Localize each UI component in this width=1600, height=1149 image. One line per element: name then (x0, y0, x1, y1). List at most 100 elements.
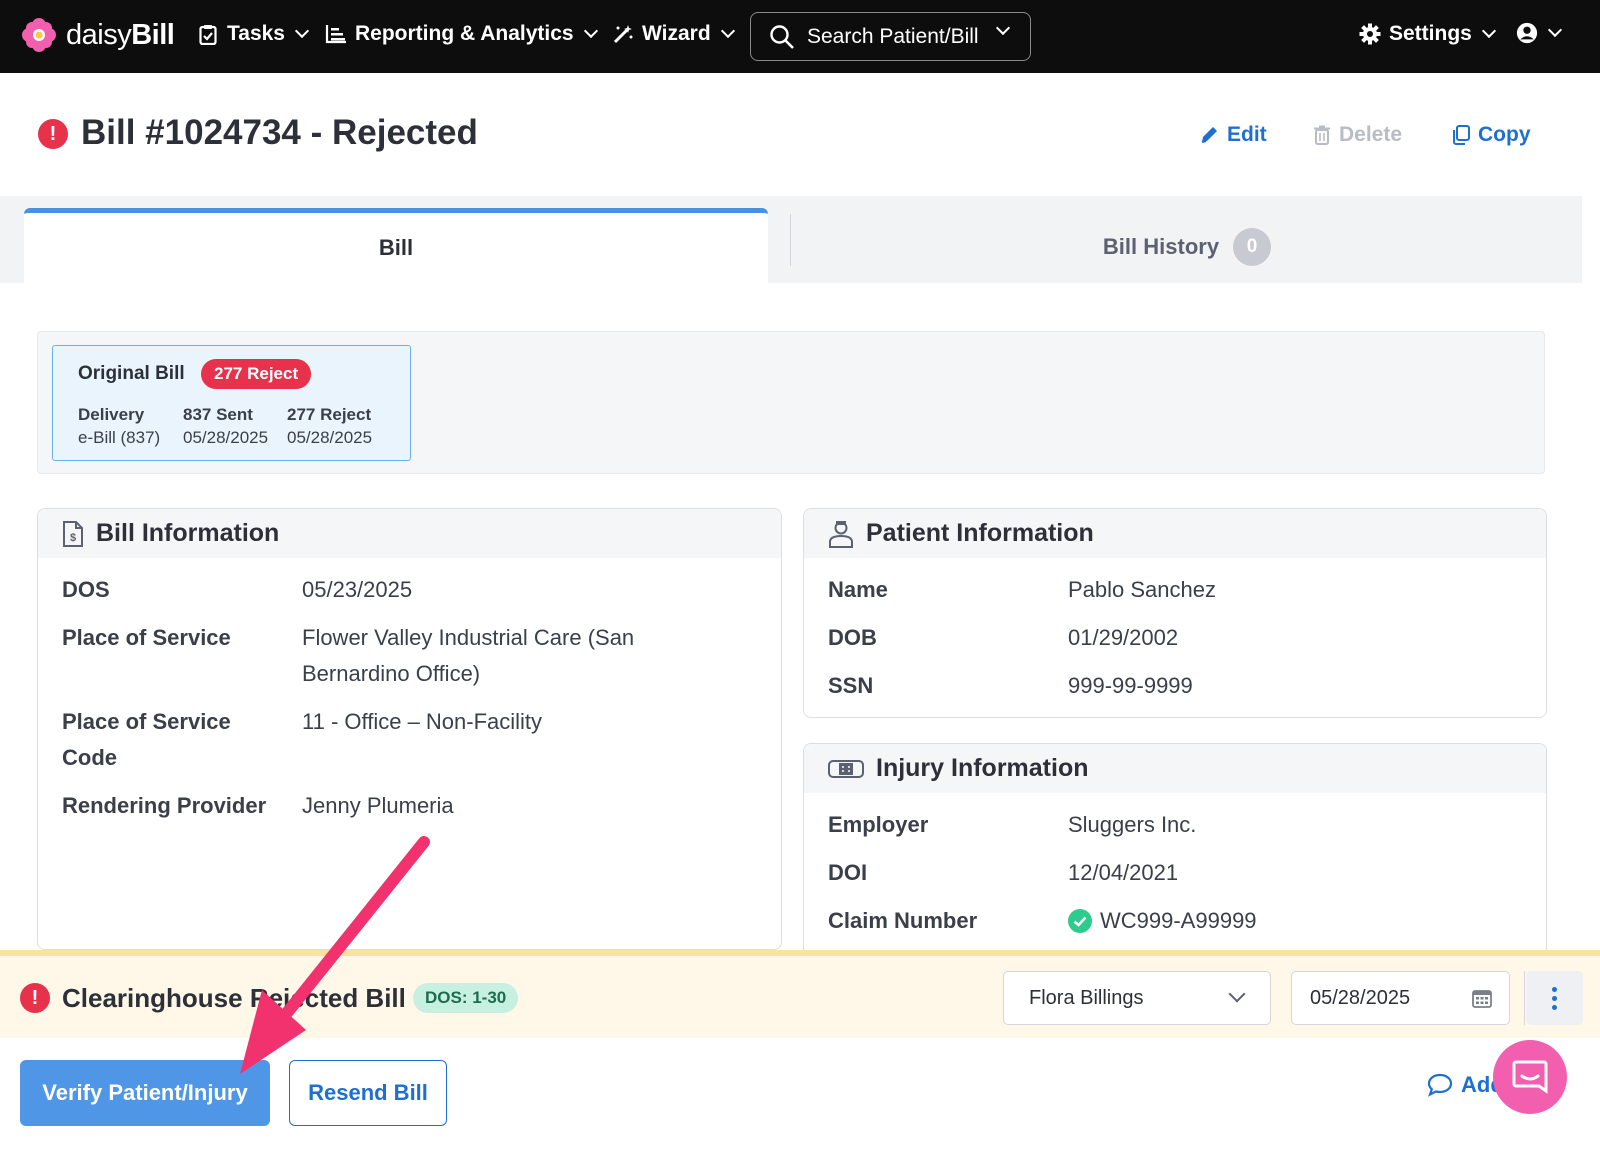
ssn-value: 999-99-9999 (1068, 673, 1193, 698)
clipboard-check-icon (197, 23, 219, 45)
claim-number-value-group: WC999-A99999 (1068, 902, 1257, 939)
name-label: Name (828, 577, 888, 602)
chevron-down-icon (995, 20, 1011, 36)
more-options-button[interactable] (1526, 971, 1583, 1025)
resend-bill-button[interactable]: Resend Bill (289, 1060, 447, 1126)
nav-reporting-analytics[interactable]: Reporting & Analytics (325, 22, 598, 46)
kebab-dot (1552, 1004, 1557, 1010)
delivery-value: e-Bill (837) (78, 428, 161, 447)
logo-text: daisyBill (66, 18, 175, 51)
nav-tasks[interactable]: Tasks (197, 22, 310, 46)
page-header: ! Bill #1024734 - Rejected Edit Delete C… (0, 73, 1600, 196)
doi-value: 12/04/2021 (1068, 860, 1179, 885)
bill-information-header: $ Bill Information (38, 509, 781, 558)
reject-column: 277 Reject 05/28/2025 (287, 403, 372, 449)
sent-value: 05/28/2025 (183, 428, 269, 447)
status-badge: 277 Reject (201, 359, 312, 389)
patient-information-title: Patient Information (866, 519, 1094, 547)
invoice-dollar-icon: $ (63, 520, 83, 547)
chat-support-button[interactable] (1493, 1040, 1567, 1114)
kebab-dot (1552, 995, 1557, 1001)
edit-button[interactable]: Edit (1199, 123, 1267, 147)
sent-heading: 837 Sent (183, 405, 253, 424)
dos-badge: DOS: 1-30 (413, 983, 519, 1013)
history-count-badge: 0 (1233, 227, 1272, 266)
search-icon (770, 24, 794, 49)
reject-heading: 277 Reject (287, 405, 372, 424)
due-date-field[interactable]: 05/28/2025 (1291, 971, 1510, 1025)
dos-label: DOS (62, 577, 110, 602)
name-value: Pablo Sanchez (1068, 577, 1216, 602)
user-circle-icon (1516, 22, 1538, 44)
alert-icon: ! (20, 983, 50, 1013)
nav-tasks-label: Tasks (227, 22, 285, 45)
delete-label: Delete (1339, 123, 1403, 146)
dob-label: DOB (828, 625, 877, 650)
alert-icon: ! (38, 119, 68, 149)
original-bill-card[interactable]: Original Bill 277 Reject Delivery e-Bill… (52, 345, 411, 461)
trash-icon (1314, 125, 1330, 145)
nav-wizard[interactable]: Wizard (612, 22, 735, 46)
tab-bill-history[interactable]: Bill History 0 (792, 214, 1582, 279)
chevron-down-icon (1228, 985, 1246, 1003)
comment-icon (1427, 1073, 1453, 1097)
verify-patient-injury-button[interactable]: Verify Patient/Injury (20, 1060, 270, 1126)
chevron-down-icon (720, 23, 735, 39)
patient-information-panel: Patient Information Name Pablo Sanchez D… (803, 508, 1547, 718)
dos-value: 05/23/2025 (302, 577, 413, 602)
chat-icon (1512, 1060, 1548, 1094)
divider (1524, 971, 1525, 1025)
delivery-column: Delivery e-Bill (837) (78, 403, 160, 449)
pos-code-label-line2: Code (62, 745, 117, 770)
verified-check-icon (1068, 908, 1092, 933)
search-placeholder: Search Patient/Bill (807, 24, 979, 48)
injury-information-header: Injury Information (804, 744, 1546, 793)
rendering-provider-value: Jenny Plumeria (302, 793, 454, 818)
delete-button[interactable]: Delete (1313, 123, 1402, 147)
tab-divider (790, 214, 791, 266)
pencil-icon (1201, 127, 1217, 143)
page-title: Bill #1024734 - Rejected (81, 113, 478, 152)
tab-bill[interactable]: Bill (24, 208, 768, 283)
due-date-value: 05/28/2025 (1310, 986, 1411, 1009)
chevron-down-icon (583, 23, 598, 39)
patient-user-icon (829, 520, 853, 548)
bar-chart-icon (325, 23, 347, 45)
assignee-value: Flora Billings (1029, 986, 1144, 1009)
bill-information-panel: $ Bill Information DOS 05/23/2025 Place … (37, 508, 782, 950)
patient-information-header: Patient Information (804, 509, 1546, 558)
magic-wand-icon (612, 23, 634, 45)
nav-reporting-label: Reporting & Analytics (355, 22, 574, 45)
calendar-icon[interactable] (1472, 988, 1492, 1008)
user-account-menu[interactable] (1516, 22, 1563, 44)
place-of-service-value-line1: Flower Valley Industrial Care (San (302, 625, 635, 650)
employer-value: Sluggers Inc. (1068, 812, 1197, 837)
chevron-down-icon (1481, 23, 1496, 39)
assignee-select[interactable]: Flora Billings (1003, 971, 1271, 1025)
kebab-dot (1552, 986, 1557, 992)
edit-label: Edit (1227, 123, 1267, 146)
original-bill-title: Original Bill (78, 363, 185, 384)
tab-bill-label: Bill (378, 235, 414, 260)
claim-number-label: Claim Number (828, 908, 978, 933)
dob-value: 01/29/2002 (1068, 625, 1179, 650)
copy-button[interactable]: Copy (1452, 123, 1531, 147)
sent-column: 837 Sent 05/28/2025 (183, 403, 268, 449)
bandage-icon (828, 759, 864, 778)
top-navigation-bar: daisyBill Tasks Reporting & Analytics Wi… (0, 0, 1600, 73)
pos-code-value: 11 - Office – Non-Facility (302, 709, 543, 734)
chevron-down-icon (1547, 22, 1563, 38)
injury-information-title: Injury Information (876, 754, 1089, 782)
flower-logo-icon (22, 18, 56, 52)
bill-information-title: Bill Information (96, 519, 280, 547)
injury-information-panel: Injury Information Employer Sluggers Inc… (803, 743, 1547, 973)
chevron-down-icon (294, 23, 310, 39)
daisybill-logo[interactable]: daisyBill (22, 18, 175, 52)
doi-label: DOI (828, 860, 868, 885)
rendering-provider-label: Rendering Provider (62, 793, 267, 818)
search-patient-bill-field[interactable]: Search Patient/Bill (750, 12, 1031, 61)
nav-settings[interactable]: Settings (1359, 22, 1496, 46)
place-of-service-value-line2: Bernardino Office) (302, 661, 481, 686)
svg-text:$: $ (70, 532, 76, 544)
claim-number-value: WC999-A99999 (1100, 908, 1257, 933)
